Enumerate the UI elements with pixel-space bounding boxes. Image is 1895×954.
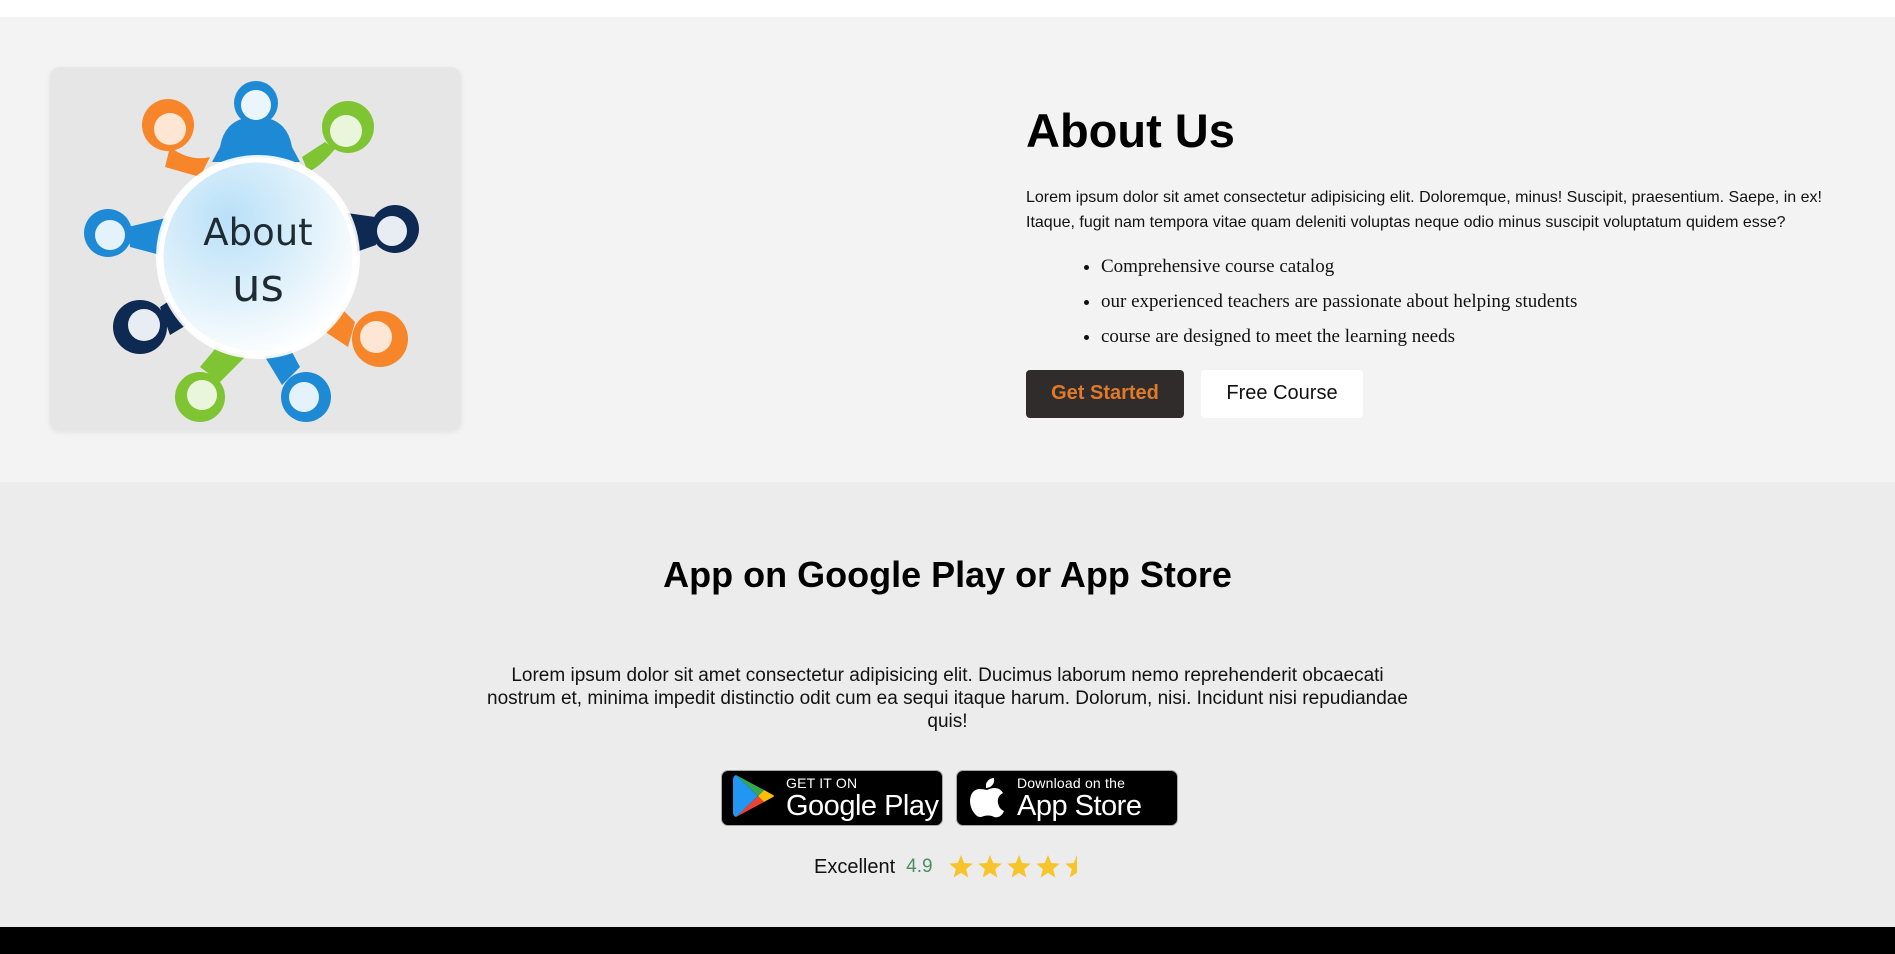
footer-bar (0, 927, 1895, 954)
app-section-description: Lorem ipsum dolor sit amet consectetur a… (487, 665, 1408, 732)
star-rating (948, 854, 1090, 880)
feature-item: course are designed to meet the learning… (1101, 319, 1856, 354)
feature-item: Comprehensive course catalog (1101, 249, 1856, 284)
illustration-about-text: About (203, 211, 312, 254)
illustration-us-text: us (232, 259, 284, 312)
rating: Excellent 4.9 (814, 854, 1090, 880)
star-icon (977, 855, 1002, 878)
free-course-button[interactable]: Free Course (1201, 369, 1363, 418)
feature-list: Comprehensive course catalog our experie… (1026, 249, 1856, 354)
about-description: Lorem ipsum dolor sit amet consectetur a… (1026, 188, 1822, 231)
store-badges: GET IT ON Google Play Download on the Ap… (721, 770, 1178, 826)
google-play-small-text: GET IT ON (786, 774, 858, 791)
app-section: App on Google Play or App Store Lorem ip… (0, 482, 1895, 927)
app-store-small-text: Download on the (1017, 774, 1126, 791)
star-icon (1035, 855, 1060, 878)
app-store-big-text: App Store (1017, 789, 1142, 822)
google-play-big-text: Google Play (786, 789, 939, 822)
about-us-illustration: About us (50, 67, 461, 430)
about-content: About Us Lorem ipsum dolor sit amet cons… (1026, 105, 1856, 418)
feature-item: our experienced teachers are passionate … (1101, 284, 1856, 319)
app-store-badge[interactable]: Download on the App Store (956, 770, 1178, 826)
apple-icon (967, 774, 1007, 823)
star-icon (1006, 855, 1031, 878)
rating-label: Excellent (814, 855, 896, 878)
app-section-title: App on Google Play or App Store (663, 554, 1232, 595)
about-title: About Us (1026, 104, 1235, 157)
get-started-button[interactable]: Get Started (1026, 369, 1184, 418)
star-half-icon (1064, 855, 1077, 878)
google-play-badge[interactable]: GET IT ON Google Play (721, 770, 943, 826)
about-section: About us About Us Lorem ipsum dolor sit … (0, 17, 1895, 482)
rating-value: 4.9 (906, 856, 933, 877)
star-icon (948, 855, 973, 878)
about-buttons: Get Started Free Course (1026, 369, 1856, 418)
google-play-icon (732, 772, 776, 825)
top-strip (0, 0, 1895, 17)
